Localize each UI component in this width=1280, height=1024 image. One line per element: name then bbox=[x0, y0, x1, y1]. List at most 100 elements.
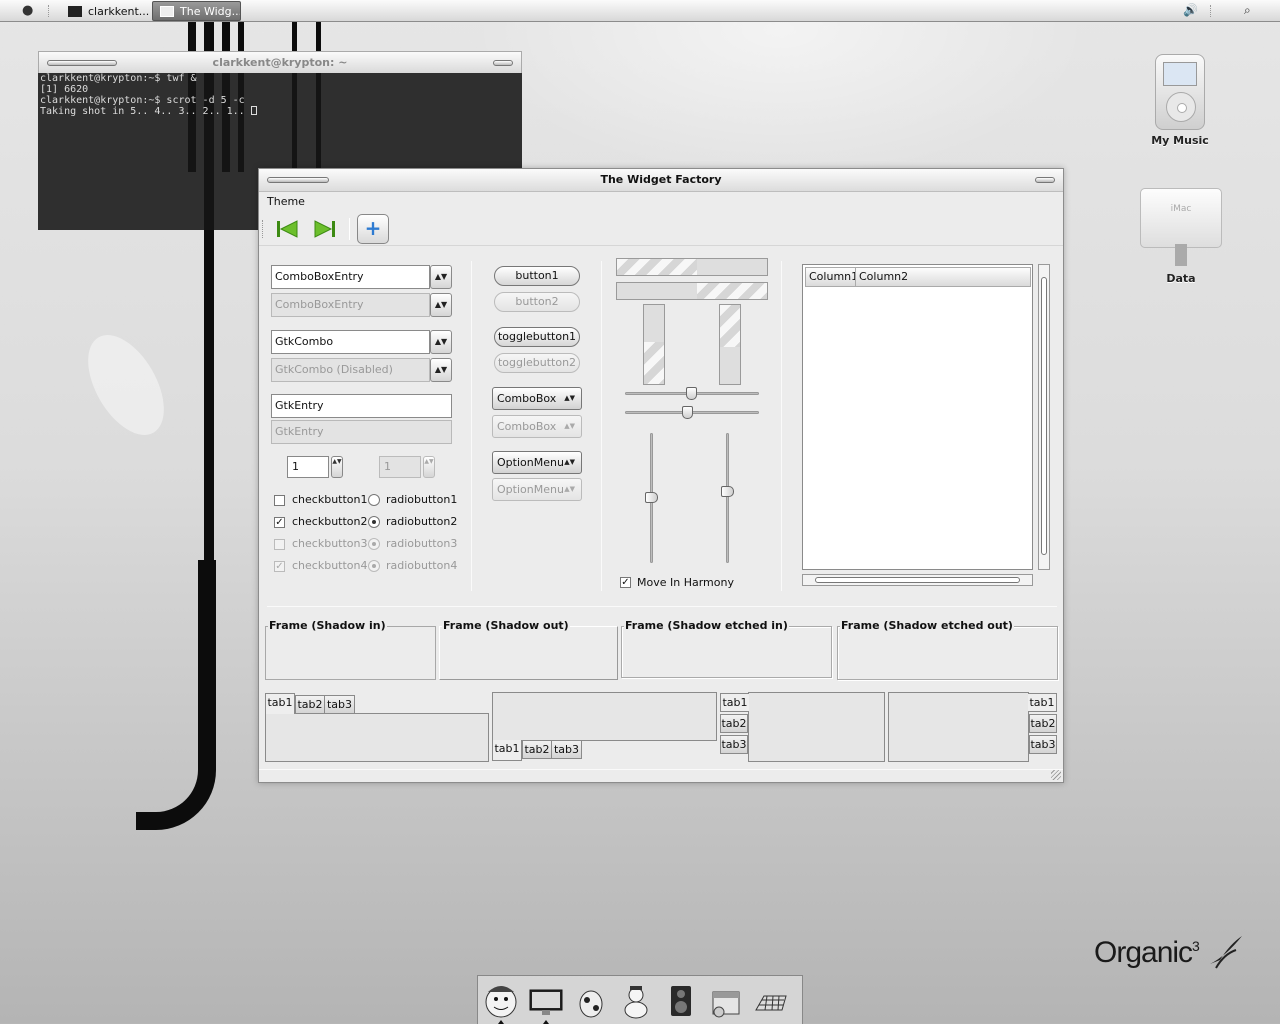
apple-icon[interactable]: ● bbox=[22, 3, 33, 18]
notebook-top-tab2[interactable]: tab2 bbox=[295, 695, 325, 714]
notebook-left-page bbox=[748, 692, 885, 762]
speaker-box-icon[interactable] bbox=[662, 982, 700, 1020]
gtkentry-input[interactable]: GtkEntry bbox=[271, 394, 452, 418]
spinbutton-arrows[interactable]: ▲▼ bbox=[331, 456, 343, 478]
installer-icon[interactable] bbox=[707, 982, 745, 1020]
snowman-icon[interactable] bbox=[617, 982, 655, 1020]
running-indicator bbox=[498, 1020, 504, 1024]
window-menu-button[interactable] bbox=[1035, 177, 1055, 183]
gtkcombo-input[interactable]: GtkCombo bbox=[271, 330, 430, 354]
imac-screen-text: iMac bbox=[1140, 188, 1222, 248]
comboboxentry-dropdown[interactable]: ▲▼ bbox=[430, 265, 452, 289]
chessboard-icon[interactable] bbox=[752, 982, 790, 1020]
progressbar-vertical-2 bbox=[719, 304, 741, 385]
window-controls[interactable] bbox=[267, 177, 329, 183]
window-title: The Widget Factory bbox=[600, 173, 722, 186]
button1[interactable]: button1 bbox=[494, 266, 580, 286]
treeview-vertical-scrollbar[interactable] bbox=[1038, 264, 1050, 570]
checkbutton2-label[interactable]: checkbutton2 bbox=[292, 515, 368, 528]
goto-last-button[interactable] bbox=[311, 216, 339, 242]
frame-shadow-etched-in: Frame (Shadow etched in) bbox=[621, 619, 832, 678]
checkbutton1-box[interactable] bbox=[274, 495, 285, 506]
terminal-line: [1] 6620 bbox=[40, 84, 89, 95]
hscale-2[interactable] bbox=[625, 406, 759, 419]
togglebutton1[interactable]: togglebutton1 bbox=[494, 327, 580, 347]
desktop-icon-my-music[interactable]: My Music bbox=[1140, 54, 1220, 147]
frame-shadow-etched-out: Frame (Shadow etched out) bbox=[837, 619, 1058, 680]
notebook-left-tab1[interactable]: tab1 bbox=[720, 693, 749, 712]
leaf-logo-icon bbox=[1210, 936, 1243, 969]
treeview[interactable]: Column1 Column2 bbox=[802, 264, 1033, 570]
hscale-thumb[interactable] bbox=[686, 387, 697, 400]
vscale-thumb[interactable] bbox=[721, 485, 734, 497]
optionmenu-button[interactable]: OptionMenu ▲▼ bbox=[492, 451, 582, 474]
hscale-1[interactable] bbox=[625, 387, 759, 400]
radiobutton1[interactable] bbox=[368, 494, 380, 506]
spinbutton-input-disabled: 1 bbox=[379, 456, 421, 478]
desktop-icon-data[interactable]: iMac Data bbox=[1136, 188, 1226, 285]
widget-factory-window: The Widget Factory Theme + ComboBoxEntry… bbox=[258, 168, 1064, 783]
column-header-1[interactable]: Column1 bbox=[805, 267, 858, 287]
widget-factory-titlebar[interactable]: The Widget Factory bbox=[259, 169, 1063, 192]
radiobutton3 bbox=[368, 538, 380, 550]
toolbar-grip[interactable] bbox=[262, 220, 265, 238]
optionmenu-label: OptionMenu bbox=[497, 483, 564, 496]
task-button-terminal[interactable]: clarkkent... bbox=[60, 1, 150, 21]
treeview-horizontal-scrollbar[interactable] bbox=[802, 574, 1033, 586]
radiobutton1-label[interactable]: radiobutton1 bbox=[386, 493, 457, 506]
notebook-left-tab2[interactable]: tab2 bbox=[720, 714, 748, 733]
panel-grip[interactable] bbox=[48, 5, 52, 17]
vscale-1[interactable] bbox=[645, 433, 658, 563]
window-menu-button[interactable] bbox=[493, 60, 513, 66]
notebook-bottom-tab1[interactable]: tab1 bbox=[492, 740, 522, 761]
notebook-bottom-tab3[interactable]: tab3 bbox=[551, 740, 582, 759]
display-icon[interactable] bbox=[527, 982, 565, 1020]
goto-first-button[interactable] bbox=[273, 216, 301, 242]
brand-sup: 3 bbox=[1192, 938, 1200, 954]
notebook-top-tab3[interactable]: tab3 bbox=[324, 695, 355, 714]
panel-grip[interactable] bbox=[1210, 5, 1214, 17]
column-header-2[interactable]: Column2 bbox=[855, 267, 1031, 287]
finder-face-icon[interactable] bbox=[482, 982, 520, 1020]
speaker-icon[interactable]: 🔊 bbox=[1183, 3, 1198, 17]
frame-shadow-in: Frame (Shadow in) bbox=[265, 619, 436, 680]
notebook-right-tab1[interactable]: tab1 bbox=[1028, 693, 1057, 712]
notebook-right-tab2[interactable]: tab2 bbox=[1029, 714, 1057, 733]
move-in-harmony-label[interactable]: Move In Harmony bbox=[637, 576, 734, 589]
scrollbar-thumb[interactable] bbox=[815, 577, 1020, 583]
gtkcombo-dropdown[interactable]: ▲▼ bbox=[430, 330, 452, 354]
notebook-top-page bbox=[265, 713, 489, 762]
notebook-right-tab3[interactable]: tab3 bbox=[1029, 735, 1057, 754]
checkbutton2-box[interactable]: ✓ bbox=[274, 517, 285, 528]
magnifier-icon[interactable]: ⌕ bbox=[1244, 3, 1251, 18]
notebook-bottom-tab2[interactable]: tab2 bbox=[522, 740, 552, 759]
scrollbar-thumb[interactable] bbox=[1041, 277, 1047, 555]
radiobutton4-label: radiobutton4 bbox=[386, 559, 458, 572]
vscale-thumb[interactable] bbox=[645, 492, 658, 503]
add-button[interactable]: + bbox=[357, 214, 389, 244]
resize-grip[interactable] bbox=[1051, 770, 1061, 780]
checkbutton1-label[interactable]: checkbutton1 bbox=[292, 493, 368, 506]
vscale-2[interactable] bbox=[721, 433, 734, 563]
comboboxentry-input-disabled: ComboBoxEntry bbox=[271, 293, 430, 317]
menu-theme[interactable]: Theme bbox=[267, 195, 305, 208]
combobox-button[interactable]: ComboBox ▲▼ bbox=[492, 387, 582, 410]
spinbutton-input[interactable]: 1 bbox=[287, 456, 329, 478]
window-controls[interactable] bbox=[47, 60, 117, 66]
terminal-titlebar[interactable]: clarkkent@krypton: ~ bbox=[38, 51, 522, 73]
radiobutton2[interactable] bbox=[368, 516, 380, 528]
progressbar-horizontal-2 bbox=[616, 282, 768, 300]
terminal-line-text: Taking shot in 5.. 4.. 3.. 2.. 1.. bbox=[40, 106, 251, 117]
task-button-widget-factory[interactable]: The Widg... bbox=[152, 1, 241, 21]
radiobutton2-label[interactable]: radiobutton2 bbox=[386, 515, 457, 528]
notebook-top-tab1[interactable]: tab1 bbox=[265, 693, 295, 714]
comboboxentry-input[interactable]: ComboBoxEntry bbox=[271, 265, 430, 289]
notebook-left-tab3[interactable]: tab3 bbox=[720, 735, 748, 754]
task-label: The Widg... bbox=[180, 5, 241, 18]
gtkentry-input-disabled: GtkEntry bbox=[271, 420, 452, 444]
hscale-thumb[interactable] bbox=[682, 406, 694, 419]
task-label: clarkkent... bbox=[88, 5, 150, 18]
cow-icon[interactable] bbox=[572, 982, 610, 1020]
terminal-line: Taking shot in 5.. 4.. 3.. 2.. 1.. bbox=[40, 106, 520, 117]
move-in-harmony-checkbox[interactable]: ✓ bbox=[620, 577, 631, 588]
